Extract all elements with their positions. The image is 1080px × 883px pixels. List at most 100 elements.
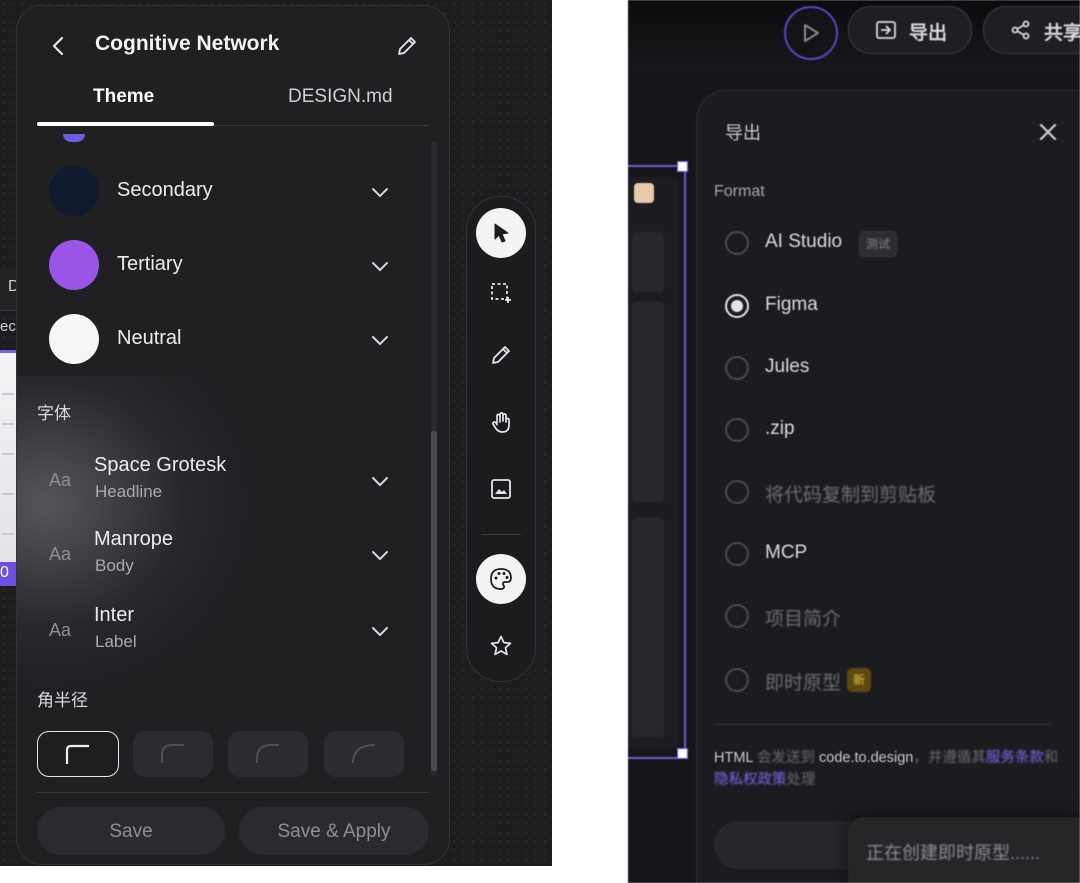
toast-message: 正在创建即时原型...... bbox=[866, 843, 1041, 863]
star-icon bbox=[490, 635, 512, 656]
radio-button[interactable] bbox=[725, 418, 749, 442]
scrollbar-thumb[interactable] bbox=[431, 431, 437, 771]
resize-handle[interactable] bbox=[677, 161, 688, 172]
radio-button[interactable] bbox=[725, 231, 749, 255]
font-name: Inter bbox=[94, 604, 135, 626]
format-option-jules[interactable]: Jules bbox=[725, 353, 1065, 387]
font-role: Headline bbox=[95, 482, 163, 501]
edit-pencil-icon[interactable] bbox=[393, 32, 421, 60]
radio-button[interactable] bbox=[725, 668, 749, 692]
radio-button[interactable] bbox=[725, 480, 749, 504]
chevron-down-icon[interactable] bbox=[367, 327, 393, 353]
fonts-section-label: 字体 bbox=[37, 404, 71, 423]
dialog-divider bbox=[714, 724, 1052, 725]
pointer-tool[interactable] bbox=[476, 208, 526, 258]
tab-design-md[interactable]: DESIGN.md bbox=[288, 86, 393, 108]
close-icon[interactable] bbox=[1037, 121, 1059, 143]
hand-tool[interactable] bbox=[476, 398, 526, 448]
share-button[interactable]: 共享 bbox=[983, 6, 1080, 54]
radio-button[interactable] bbox=[725, 356, 749, 380]
font-row-label[interactable]: Aa Inter Label bbox=[17, 602, 417, 664]
preview-play-button[interactable] bbox=[784, 6, 838, 60]
resize-handle[interactable] bbox=[677, 748, 688, 759]
new-badge: 新 bbox=[847, 668, 872, 692]
font-row-headline[interactable]: Aa Space Grotesk Headline bbox=[17, 452, 417, 514]
back-arrow-icon[interactable] bbox=[45, 32, 73, 60]
privacy-policy-link[interactable]: 隐私权政策 bbox=[714, 772, 787, 788]
primary-swatch-partial bbox=[63, 134, 85, 142]
color-row-tertiary[interactable]: Tertiary bbox=[17, 235, 417, 295]
chevron-down-icon[interactable] bbox=[367, 468, 393, 494]
option-label: MCP bbox=[765, 542, 808, 563]
theme-panel: Cognitive Network Theme DESIGN.md Second… bbox=[16, 5, 450, 865]
radio-button[interactable] bbox=[725, 604, 749, 628]
option-label: 即时原型 bbox=[765, 673, 842, 694]
radio-button[interactable] bbox=[725, 542, 749, 566]
option-label: .zip bbox=[765, 418, 795, 439]
image-tool[interactable] bbox=[476, 464, 526, 514]
color-swatch[interactable] bbox=[49, 240, 99, 290]
radius-option-medium[interactable] bbox=[228, 731, 308, 777]
terms-of-service-link[interactable]: 服务条款 bbox=[986, 750, 1044, 766]
option-label: Jules bbox=[765, 356, 810, 377]
beta-badge: 测试 bbox=[859, 231, 898, 257]
export-button[interactable]: 导出 bbox=[848, 6, 972, 54]
play-icon bbox=[804, 24, 819, 42]
font-role: Body bbox=[95, 556, 134, 575]
toolbar-divider bbox=[481, 534, 521, 535]
app-icon bbox=[634, 183, 654, 203]
pointer-icon bbox=[494, 223, 509, 243]
tab-theme[interactable]: Theme bbox=[93, 86, 154, 108]
theme-palette-tool[interactable] bbox=[476, 554, 526, 604]
favorite-tool[interactable] bbox=[476, 621, 526, 671]
font-aa-icon: Aa bbox=[49, 544, 72, 564]
scrollbar-track[interactable] bbox=[431, 141, 437, 776]
marquee-select-tool[interactable] bbox=[476, 268, 526, 318]
font-name: Manrope bbox=[94, 528, 173, 550]
export-disclaimer: HTML 会发送到 code.to.design，并遵循其服务条款和隐私权政策处… bbox=[714, 750, 1059, 788]
selected-frame[interactable] bbox=[628, 165, 686, 759]
color-label: Neutral bbox=[117, 327, 182, 349]
chevron-down-icon[interactable] bbox=[367, 618, 393, 644]
image-icon bbox=[491, 479, 511, 499]
radius-option-large[interactable] bbox=[324, 731, 404, 777]
radio-button-selected[interactable] bbox=[725, 294, 749, 318]
format-option-ai-studio[interactable]: AI Studio 测试 bbox=[725, 228, 1065, 262]
color-swatch[interactable] bbox=[49, 314, 99, 364]
font-name: Space Grotesk bbox=[94, 454, 227, 476]
format-option-mcp[interactable]: MCP bbox=[725, 539, 1065, 573]
active-tab-indicator bbox=[37, 122, 214, 126]
font-row-body[interactable]: Aa Manrope Body bbox=[17, 526, 417, 588]
format-option-project-brief[interactable]: 项目简介 bbox=[725, 601, 1065, 635]
hand-icon bbox=[492, 412, 510, 433]
marquee-select-icon bbox=[491, 283, 511, 303]
chevron-down-icon[interactable] bbox=[367, 253, 393, 279]
font-aa-icon: Aa bbox=[49, 470, 72, 490]
pencil-tool[interactable] bbox=[476, 330, 526, 380]
canvas-toolbar bbox=[466, 196, 536, 682]
background-canvas-thumbnail bbox=[0, 350, 16, 565]
radius-option-small[interactable] bbox=[133, 731, 213, 777]
color-row-secondary[interactable]: Secondary bbox=[17, 161, 417, 221]
export-dialog: 导出 Format AI Studio 测试 Figma Jules .zip … bbox=[696, 90, 1080, 883]
color-label: Secondary bbox=[117, 179, 213, 201]
save-and-apply-button[interactable]: Save & Apply bbox=[239, 807, 429, 855]
pencil-icon bbox=[492, 346, 510, 364]
color-swatch[interactable] bbox=[49, 166, 99, 216]
option-label: 项目简介 bbox=[765, 609, 842, 630]
top-bar: 导出 共享 bbox=[628, 0, 1080, 70]
progress-toast: 正在创建即时原型...... bbox=[848, 817, 1080, 883]
chevron-down-icon[interactable] bbox=[367, 542, 393, 568]
chevron-down-icon[interactable] bbox=[367, 179, 393, 205]
format-option-instant-prototype[interactable]: 即时原型 新 bbox=[725, 665, 1065, 699]
color-row-neutral[interactable]: Neutral bbox=[17, 309, 417, 369]
format-option-zip[interactable]: .zip bbox=[725, 415, 1065, 449]
radius-option-sharp[interactable] bbox=[37, 731, 119, 777]
export-dialog-screenshot: 导出 共享 导出 Format AI Studio 测试 Figma Jules… bbox=[628, 0, 1080, 883]
option-label: Figma bbox=[765, 294, 818, 315]
share-icon bbox=[1011, 20, 1030, 40]
save-button[interactable]: Save bbox=[37, 807, 225, 855]
format-option-figma[interactable]: Figma bbox=[725, 291, 1065, 325]
format-option-copy-code[interactable]: 将代码复制到剪贴板 bbox=[725, 477, 1065, 511]
project-title: Cognitive Network bbox=[95, 32, 280, 55]
